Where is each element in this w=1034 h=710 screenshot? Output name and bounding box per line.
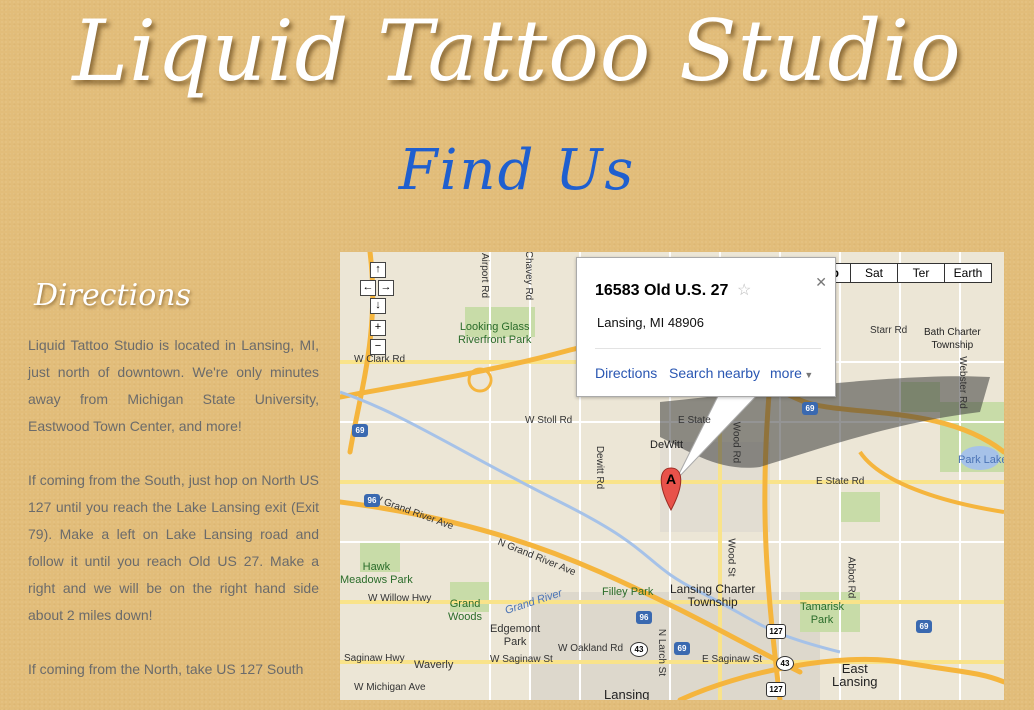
road-label: Starr Rd [870, 325, 908, 336]
info-city: Lansing, MI 48906 [597, 315, 704, 330]
township-label: Bath Charter Township [924, 327, 981, 351]
park-label: Edgemont Park [490, 623, 541, 648]
info-address: 16583 Old U.S. 27 [595, 282, 729, 299]
interstate-shield: 69 [916, 620, 932, 633]
directions-paragraph: If coming from the North, take US 127 So… [28, 661, 304, 677]
road-label: W Clark Rd [354, 354, 406, 365]
road-label: N Larch St [656, 628, 668, 677]
more-label: more [770, 365, 802, 381]
site-title: Liquid Tattoo Studio [72, 2, 962, 100]
park-label: Tamarisk Park [800, 601, 845, 626]
township-label: Lansing Charter Township [670, 582, 756, 609]
chevron-down-icon: ▼ [801, 370, 814, 380]
map-type-sat[interactable]: Sat [850, 264, 897, 282]
directions-paragraph: If coming from the South, just hop on No… [28, 472, 319, 623]
directions-text: Liquid Tattoo Studio is located in Lansi… [28, 332, 319, 710]
state-route-shield: 43 [776, 656, 794, 671]
pan-right-button[interactable]: → [378, 280, 394, 296]
park-label: Looking Glass Riverfront Park [458, 321, 532, 346]
road-label: Chavey Rd [523, 252, 535, 301]
pan-down-button[interactable]: ↓ [370, 298, 386, 314]
pan-left-button[interactable]: ← [360, 280, 376, 296]
park-label: Grand Woods [448, 598, 483, 623]
info-window: 16583 Old U.S. 27 ☆ ✕ Lansing, MI 48906 … [576, 257, 836, 397]
park-label: Filley Park [602, 586, 654, 598]
pan-up-button[interactable]: ↑ [370, 262, 386, 278]
lake-label: Park Lake [958, 454, 1004, 466]
road-label: W Willow Hwy [368, 593, 432, 604]
road-label: Waverly [414, 659, 454, 671]
state-route-shield: 43 [630, 642, 648, 657]
road-label: W Saginaw St [490, 654, 553, 665]
map-type-ter[interactable]: Ter [897, 264, 944, 282]
map-marker[interactable]: A [662, 471, 680, 487]
search-nearby-link[interactable]: Search nearby [669, 365, 760, 381]
interstate-shield: 96 [364, 494, 380, 507]
road-label: Dewitt Rd [594, 445, 606, 490]
interstate-shield: 69 [802, 402, 818, 415]
city-label: DeWitt [650, 439, 683, 451]
close-icon[interactable]: ✕ [815, 274, 827, 291]
road-label: E Saginaw St [702, 654, 763, 665]
map-view[interactable]: W Clark Rd W Stoll Rd W Grand River Ave … [340, 252, 1004, 700]
map-type-earth[interactable]: Earth [944, 264, 991, 282]
interstate-shield: 69 [352, 424, 368, 437]
road-label: E State [678, 415, 711, 426]
us-highway-shield: 127 [766, 682, 786, 697]
road-label: W Oakland Rd [558, 643, 624, 654]
city-label: Lansing [604, 687, 650, 700]
road-label: Webster Rd [956, 356, 968, 409]
road-label: W Michigan Ave [354, 682, 426, 693]
info-divider [595, 348, 821, 349]
directions-heading: Directions [34, 278, 191, 313]
zoom-in-button[interactable]: + [370, 320, 386, 336]
road-label: Saginaw Hwy [344, 653, 405, 664]
road-label: Airport Rd [479, 252, 491, 299]
interstate-shield: 69 [674, 642, 690, 655]
city-label: East Lansing [832, 661, 878, 689]
interstate-shield: 96 [636, 611, 652, 624]
road-label: Abbot Rd [845, 556, 857, 599]
pan-zoom-control: ↑ ← → ↓ + − [357, 262, 397, 355]
park-label: Hawk Meadows Park [340, 561, 413, 586]
road-label: Wood Rd [730, 421, 742, 464]
page-heading: Find Us [398, 138, 636, 203]
road-label: W Stoll Rd [525, 415, 573, 426]
us-highway-shield: 127 [766, 624, 786, 639]
zoom-out-button[interactable]: − [370, 339, 386, 355]
star-icon[interactable]: ☆ [737, 280, 751, 300]
more-link[interactable]: more ▼ [770, 365, 813, 381]
road-label: E State Rd [816, 476, 865, 487]
directions-link[interactable]: Directions [595, 365, 657, 381]
directions-paragraph: Liquid Tattoo Studio is located in Lansi… [28, 337, 319, 434]
road-label: Wood St [725, 538, 737, 577]
